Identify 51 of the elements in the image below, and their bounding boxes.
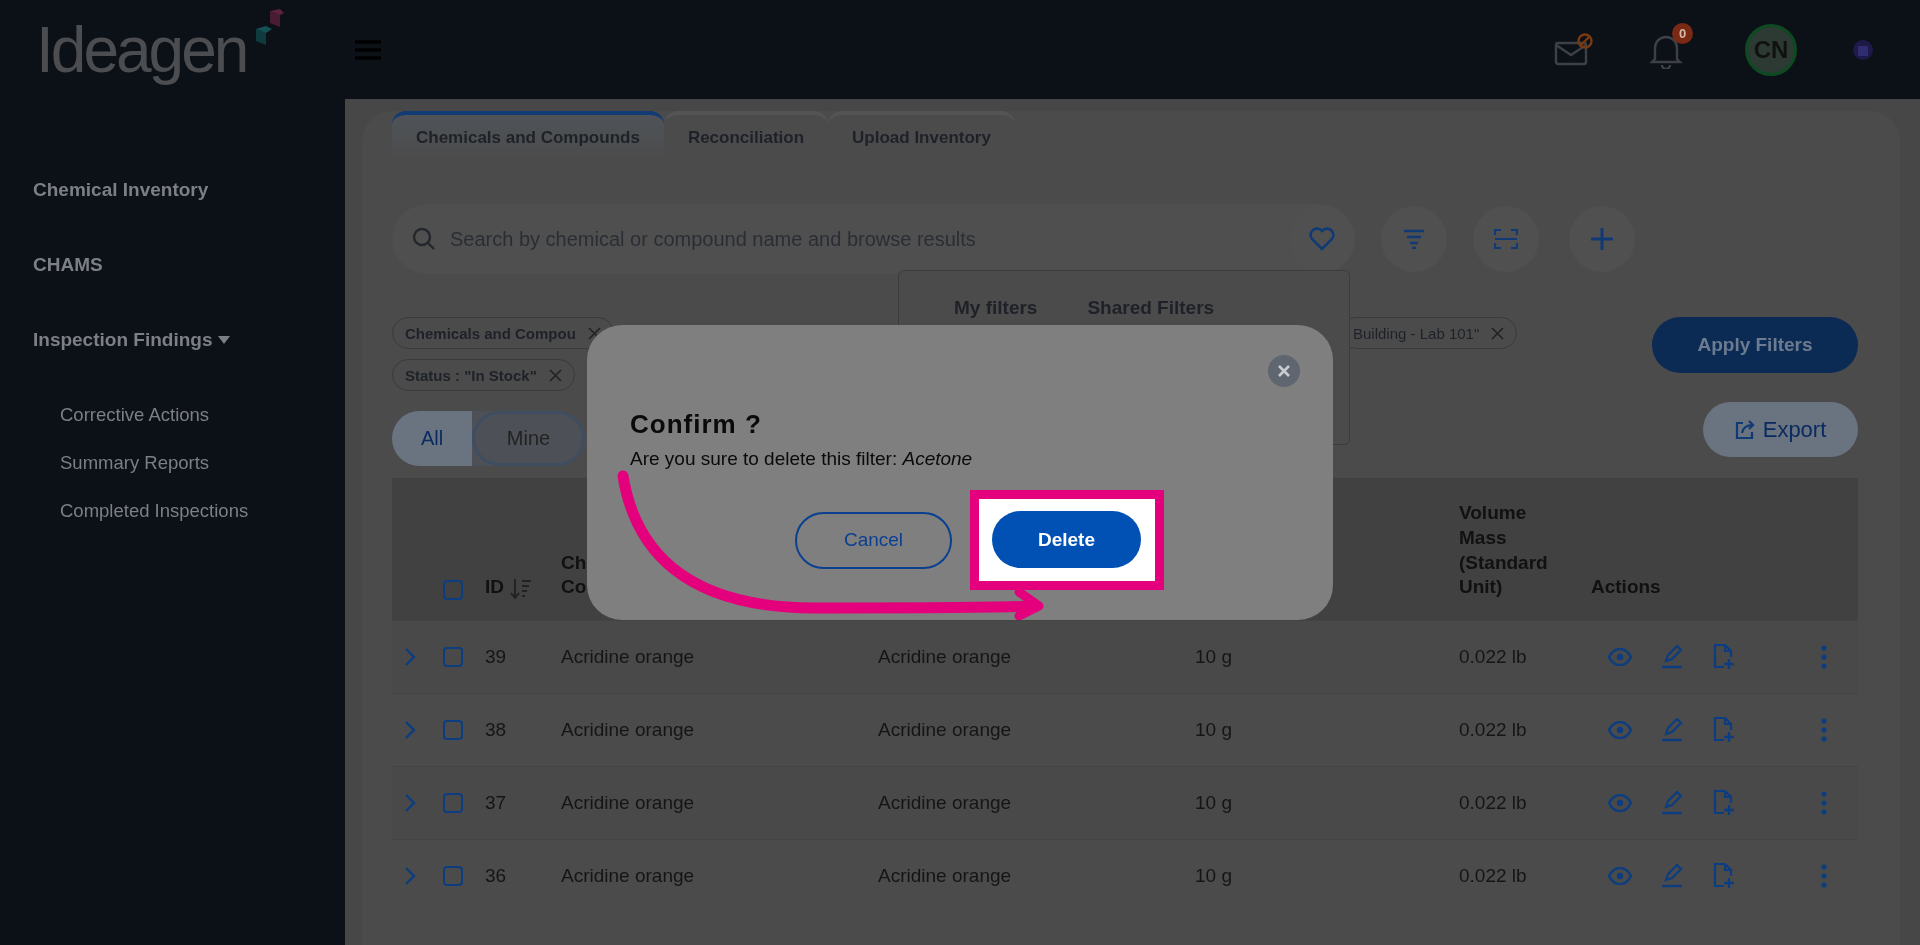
mail-blocked-icon[interactable] (1554, 32, 1594, 67)
expand-chevron-icon[interactable] (404, 793, 416, 813)
sidebar-subitem[interactable]: Completed Inspections (0, 500, 345, 522)
more-options-icon[interactable] (1820, 791, 1828, 815)
row-checkbox[interactable] (443, 793, 463, 813)
filter-icon (1403, 229, 1425, 249)
more-options-icon[interactable] (1820, 864, 1828, 888)
row-checkbox[interactable] (443, 866, 463, 886)
delete-button[interactable]: Delete (992, 511, 1141, 568)
search-icon (412, 227, 436, 251)
add-document-icon[interactable] (1712, 863, 1734, 889)
row-checkbox[interactable] (443, 647, 463, 667)
sidebar-item[interactable]: Chemical Inventory (33, 179, 209, 201)
sort-icon[interactable] (510, 578, 532, 600)
heart-icon (1309, 227, 1335, 251)
more-options-icon[interactable] (1820, 645, 1828, 669)
notification-count-badge: 0 (1672, 22, 1693, 44)
eye-icon[interactable] (1608, 867, 1632, 885)
share-icon (1734, 419, 1755, 440)
plus-icon (1590, 227, 1614, 251)
sidebar-item[interactable]: CHAMS (33, 254, 103, 276)
close-icon[interactable] (587, 326, 601, 340)
add-document-icon[interactable] (1712, 717, 1734, 743)
sidebar-item[interactable]: Inspection Findings (33, 329, 213, 351)
pencil-icon[interactable] (1661, 791, 1683, 815)
row-checkbox[interactable] (443, 720, 463, 740)
apply-filters-button[interactable]: Apply Filters (1652, 317, 1858, 373)
pencil-icon[interactable] (1661, 864, 1683, 888)
sidebar-subitem[interactable]: Corrective Actions (0, 404, 345, 426)
sidebar-subitem[interactable]: Summary Reports (0, 452, 345, 474)
close-icon[interactable] (1491, 326, 1505, 340)
expand-chevron-icon[interactable] (404, 866, 416, 886)
more-options-icon[interactable] (1820, 718, 1828, 742)
eye-icon[interactable] (1608, 794, 1632, 812)
add-document-icon[interactable] (1712, 790, 1734, 816)
close-icon[interactable] (1268, 355, 1300, 387)
eye-icon[interactable] (1608, 721, 1632, 739)
export-button[interactable]: Export (1703, 402, 1858, 457)
pencil-icon[interactable] (1661, 718, 1683, 742)
pencil-icon[interactable] (1661, 645, 1683, 669)
dialog-message: Are you sure to delete this filter: Acetone (630, 448, 974, 470)
add-document-icon[interactable] (1712, 644, 1734, 670)
dialog-title: Confirm ? (630, 409, 763, 440)
scan-icon (1494, 228, 1518, 250)
eye-icon[interactable] (1608, 648, 1632, 666)
expand-chevron-icon[interactable] (404, 720, 416, 740)
close-icon[interactable] (548, 368, 562, 382)
cancel-button[interactable]: Cancel (795, 511, 952, 569)
scope-toggle-option[interactable]: All (392, 411, 472, 466)
expand-chevron-icon[interactable] (404, 647, 416, 667)
select-all-checkbox[interactable] (443, 580, 463, 600)
